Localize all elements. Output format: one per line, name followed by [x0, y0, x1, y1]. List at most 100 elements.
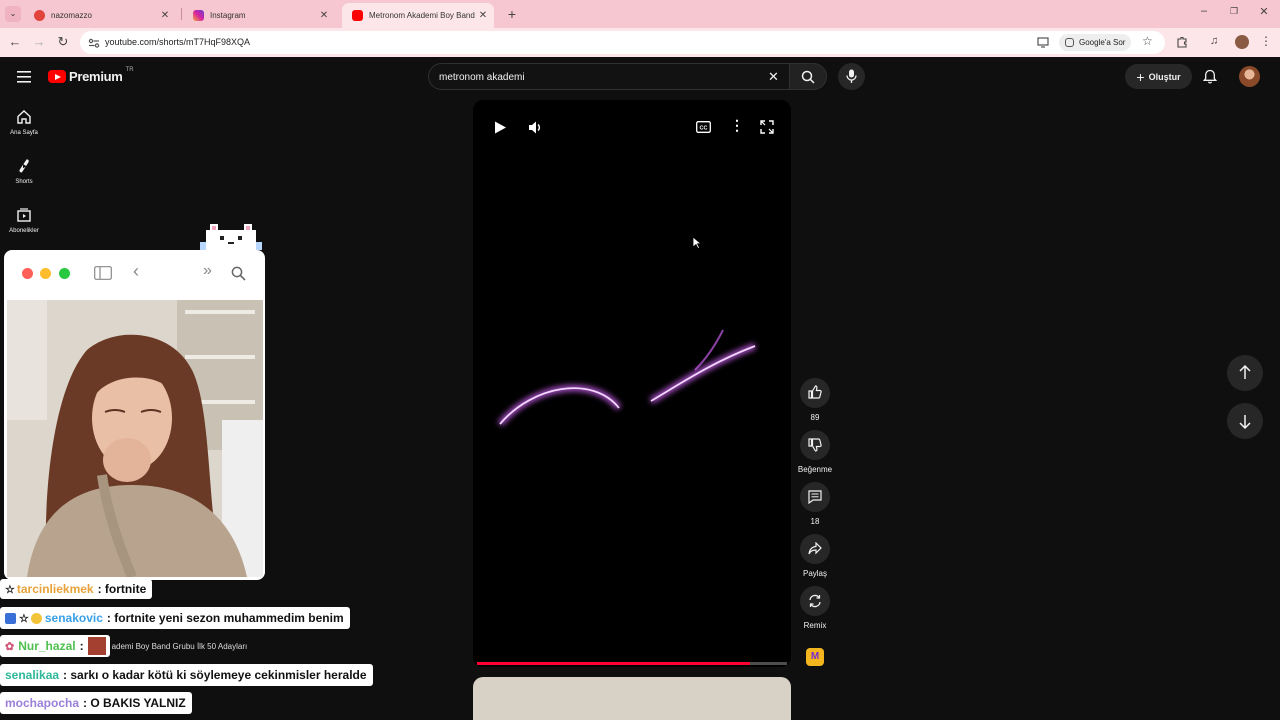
- create-button[interactable]: + Oluştur: [1125, 64, 1192, 89]
- chat-username: mochapocha: [5, 696, 80, 710]
- star-badge-icon: ☆: [19, 612, 29, 625]
- sidebar-item-label: Ana Sayfa: [10, 130, 38, 136]
- youtube-play-icon: [48, 70, 66, 83]
- close-window-button[interactable]: ✕: [1256, 5, 1272, 18]
- chat-text: :: [79, 639, 84, 653]
- progress-track[interactable]: [477, 662, 787, 665]
- bookmark-star-icon[interactable]: ☆: [1142, 34, 1153, 48]
- dislike-label: Beğenme: [797, 465, 833, 474]
- like-button[interactable]: [800, 378, 830, 408]
- forward-arrow-icon[interactable]: →: [30, 34, 48, 50]
- sidebar-item-shorts[interactable]: Shorts: [0, 158, 48, 185]
- microphone-icon: [846, 69, 857, 83]
- home-icon: [17, 110, 31, 124]
- hamburger-menu-icon[interactable]: [17, 71, 31, 83]
- previous-short-button[interactable]: [1227, 355, 1263, 391]
- arrow-down-icon: [1239, 415, 1251, 429]
- pixel-cat-sticker: [200, 224, 262, 252]
- more-chevron-icon[interactable]: »: [203, 262, 212, 280]
- window-maximize-dot[interactable]: [59, 268, 70, 279]
- comment-icon: [808, 490, 822, 504]
- account-avatar[interactable]: [1239, 66, 1260, 87]
- like-count: 89: [810, 413, 820, 422]
- clear-search-icon[interactable]: ✕: [768, 69, 779, 85]
- search-box[interactable]: ✕: [428, 63, 790, 90]
- chat-message-bubble: ✿ Nur_hazal :: [0, 635, 110, 657]
- region-code: TR: [125, 66, 134, 73]
- chat-message: senalikaa : sarkı o kadar kötü ki söylem…: [0, 664, 373, 686]
- tab-search-button[interactable]: ⌄: [5, 6, 21, 22]
- tab-nazomazzo[interactable]: nazomazzo ✕: [24, 4, 176, 26]
- notifications-bell-icon[interactable]: [1203, 69, 1217, 84]
- minimize-button[interactable]: –: [1196, 5, 1212, 17]
- chat-username: tarcinliekmek: [16, 582, 94, 596]
- comments-button[interactable]: [800, 482, 830, 512]
- search-input[interactable]: [439, 69, 759, 85]
- instagram-icon: [193, 9, 204, 21]
- tab-metronom[interactable]: Metronom Akademi Boy Band ✕: [342, 3, 494, 28]
- tab-instagram[interactable]: Instagram ✕: [183, 4, 335, 26]
- reload-icon[interactable]: ↻: [54, 34, 72, 50]
- mouse-cursor-icon: [692, 236, 702, 250]
- shorts-video-player[interactable]: CC ⋮: [473, 100, 791, 667]
- voice-search-button[interactable]: [838, 63, 865, 90]
- chat-message: ✿ Nur_hazal : ademi Boy Band Grubu İlk 5…: [0, 635, 247, 657]
- new-tab-button[interactable]: +: [504, 6, 520, 22]
- sound-source-avatar[interactable]: M: [806, 648, 824, 666]
- chat-username: senalikaa: [5, 668, 60, 682]
- sidebar-item-home[interactable]: Ana Sayfa: [0, 109, 48, 136]
- thumbs-up-icon: [808, 385, 822, 399]
- close-icon[interactable]: ✕: [476, 10, 490, 21]
- profile-avatar[interactable]: [1235, 35, 1249, 49]
- share-icon: [808, 542, 822, 555]
- google-lens-button[interactable]: Google'a Sor: [1059, 34, 1132, 51]
- thumbs-down-icon: [808, 438, 822, 452]
- coin-badge-icon: [30, 612, 42, 624]
- chat-username: Nur_hazal: [18, 639, 76, 653]
- install-app-icon[interactable]: [1037, 37, 1049, 48]
- back-arrow-icon[interactable]: ←: [6, 34, 24, 50]
- chrome-menu-icon[interactable]: ⋮: [1260, 34, 1272, 48]
- window-close-dot[interactable]: [22, 268, 33, 279]
- remix-button[interactable]: [800, 586, 830, 616]
- sidebar-toggle-icon[interactable]: [94, 266, 112, 280]
- shorts-icon: [19, 159, 29, 173]
- youtube-icon: [352, 10, 363, 21]
- back-chevron-icon[interactable]: ‹: [133, 261, 139, 282]
- chat-link-preview: ademi Boy Band Grubu İlk 50 Adayları: [111, 641, 248, 651]
- close-icon[interactable]: ✕: [317, 10, 331, 21]
- tab-divider: [181, 8, 182, 20]
- share-button[interactable]: [800, 534, 830, 564]
- search-icon: [801, 70, 815, 84]
- tab-label: nazomazzo: [51, 10, 92, 20]
- webcam-browser-window: ‹ »: [4, 250, 265, 580]
- omnibox[interactable]: youtube.com/shorts/mT7HqF98XQA Google'a …: [80, 31, 1165, 54]
- window-minimize-dot[interactable]: [40, 268, 51, 279]
- google-lens-label: Google'a Sor: [1079, 38, 1126, 47]
- badge-icon: [5, 612, 16, 624]
- streamer-webcam-image: [7, 300, 263, 577]
- dislike-button[interactable]: [800, 430, 830, 460]
- progress-fill: [477, 662, 750, 665]
- subscriptions-icon: [17, 208, 31, 222]
- next-short-preview[interactable]: [473, 677, 791, 720]
- chat-text: : O BAKIS YALNIZ: [83, 696, 186, 710]
- search-button[interactable]: [789, 63, 827, 90]
- sidebar-item-label: Shorts: [15, 179, 33, 185]
- search-icon[interactable]: [231, 266, 246, 281]
- next-short-button[interactable]: [1227, 403, 1263, 439]
- close-icon[interactable]: ✕: [158, 10, 172, 21]
- tab-label: Instagram: [210, 10, 246, 20]
- site-info-icon[interactable]: [88, 37, 100, 49]
- extensions-icon[interactable]: [1176, 36, 1188, 48]
- logo-text: Premium: [69, 69, 123, 84]
- tab-strip: ⌄ nazomazzo ✕ Instagram ✕ Metronom Akade…: [0, 0, 1280, 28]
- chat-text: : fortnite yeni sezon muhammedim benim: [106, 611, 344, 625]
- youtube-logo[interactable]: Premium TR: [48, 66, 134, 84]
- comment-count: 18: [810, 517, 820, 526]
- media-controls-icon[interactable]: ♫: [1210, 35, 1218, 47]
- arrow-up-icon: [1239, 365, 1251, 379]
- restore-button[interactable]: ❐: [1226, 6, 1242, 17]
- sidebar-item-subscriptions[interactable]: Abonelikler: [0, 207, 48, 234]
- chat-username: senakovic: [44, 611, 103, 625]
